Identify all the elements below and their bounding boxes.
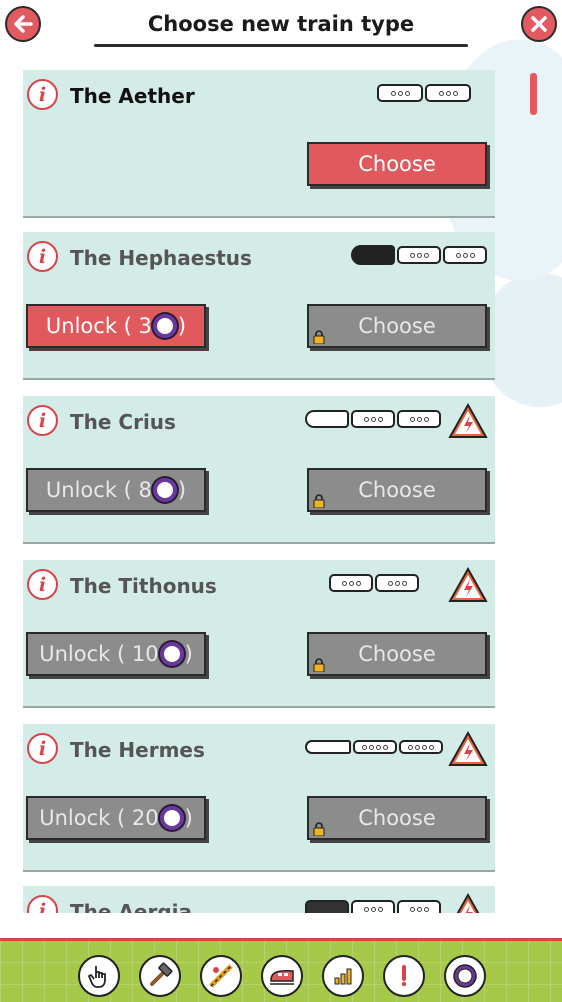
train-name: The Tithonus bbox=[70, 574, 217, 598]
unlock-button[interactable]: Unlock ( 3 ) bbox=[26, 304, 206, 348]
hammer-icon bbox=[150, 962, 173, 986]
close-button[interactable] bbox=[521, 6, 557, 42]
bar-chart-icon bbox=[334, 968, 352, 985]
lock-icon bbox=[313, 822, 325, 836]
tool-stats-button[interactable] bbox=[322, 955, 364, 997]
title-underline bbox=[94, 44, 468, 47]
train-name: The Aether bbox=[70, 84, 195, 108]
hand-pointer-icon bbox=[88, 966, 106, 988]
header: Choose new train type bbox=[0, 0, 562, 60]
info-icon[interactable]: i bbox=[27, 79, 58, 110]
train-preview-icon bbox=[327, 572, 419, 594]
back-button[interactable] bbox=[5, 6, 41, 42]
coin-icon bbox=[152, 314, 177, 338]
train-preview-icon bbox=[351, 244, 487, 266]
back-arrow-icon bbox=[14, 15, 33, 33]
info-icon[interactable]: i bbox=[27, 405, 58, 436]
coin-icon bbox=[152, 478, 177, 502]
train-name: The Hephaestus bbox=[70, 246, 252, 270]
page-title: Choose new train type bbox=[147, 12, 415, 36]
close-x-icon bbox=[531, 16, 547, 32]
train-preview-icon bbox=[303, 408, 441, 430]
warning-icon bbox=[448, 402, 488, 438]
train-card-hephaestus: i The Hephaestus Unlock ( 3 ) Choose bbox=[23, 232, 495, 380]
unlock-button[interactable]: Unlock ( 8 ) bbox=[26, 468, 206, 512]
warning-icon bbox=[448, 566, 488, 602]
lock-icon bbox=[313, 330, 325, 344]
tool-hammer-button[interactable] bbox=[139, 955, 181, 997]
choose-button[interactable]: Choose bbox=[307, 796, 487, 840]
train-name: The Crius bbox=[70, 410, 176, 434]
train-preview-icon bbox=[375, 82, 471, 104]
tool-hand-button[interactable] bbox=[78, 955, 120, 997]
train-icon bbox=[270, 970, 294, 985]
train-card-tithonus: i The Tithonus Unlock ( 10 ) Choose bbox=[23, 560, 495, 708]
info-icon[interactable]: i bbox=[27, 569, 58, 600]
warning-icon bbox=[448, 730, 488, 766]
choose-button[interactable]: Choose bbox=[307, 632, 487, 676]
lock-icon bbox=[313, 658, 325, 672]
alert-icon bbox=[401, 965, 407, 987]
info-icon[interactable]: i bbox=[27, 241, 58, 272]
choose-button[interactable]: Choose bbox=[307, 304, 487, 348]
tool-track-button[interactable] bbox=[200, 955, 242, 997]
info-icon[interactable]: i bbox=[27, 895, 58, 913]
train-card-aergia: i The Aergia bbox=[23, 886, 495, 913]
train-preview-icon bbox=[303, 898, 441, 913]
train-card-hermes: i The Hermes Unlock ( 20 ) Choose bbox=[23, 724, 495, 872]
choose-button[interactable]: Choose bbox=[307, 142, 487, 186]
info-icon[interactable]: i bbox=[27, 733, 58, 764]
track-tool-icon bbox=[209, 964, 233, 988]
coin-icon bbox=[159, 806, 184, 830]
warning-icon bbox=[456, 892, 480, 913]
train-name: The Hermes bbox=[70, 738, 205, 762]
tool-alert-button[interactable] bbox=[383, 955, 425, 997]
tool-train-button[interactable] bbox=[261, 955, 303, 997]
lock-icon bbox=[313, 494, 325, 508]
choose-button[interactable]: Choose bbox=[307, 468, 487, 512]
train-preview-icon bbox=[303, 736, 443, 758]
unlock-button[interactable]: Unlock ( 10 ) bbox=[26, 632, 206, 676]
coin-icon bbox=[453, 964, 477, 988]
train-card-crius: i The Crius Unlock ( 8 ) Choose bbox=[23, 396, 495, 544]
train-type-list[interactable]: i The Aether Choose i The Hephaestus Unl… bbox=[0, 68, 562, 913]
tool-coin-button[interactable] bbox=[444, 955, 486, 997]
coin-icon bbox=[159, 642, 184, 666]
bottom-toolbar bbox=[0, 938, 562, 1002]
train-name: The Aergia bbox=[70, 900, 192, 913]
train-card-aether: i The Aether Choose bbox=[23, 70, 495, 218]
unlock-button[interactable]: Unlock ( 20 ) bbox=[26, 796, 206, 840]
